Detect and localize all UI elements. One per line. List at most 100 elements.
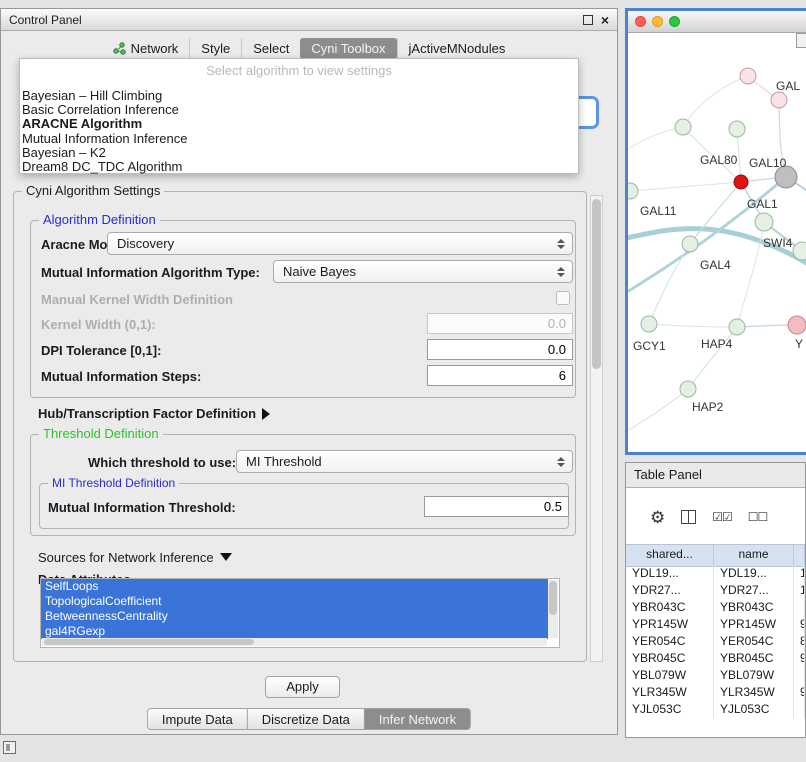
sources-section[interactable]: Sources for Network Inference xyxy=(38,550,232,565)
tab-network-label: Network xyxy=(131,41,179,56)
network-node[interactable] xyxy=(682,236,698,252)
dpi-tolerance-field[interactable] xyxy=(427,339,573,360)
cell: 12 xyxy=(794,582,805,599)
list-horizontal-scrollbar[interactable] xyxy=(42,638,547,646)
close-traffic-light[interactable] xyxy=(635,16,646,27)
list-vertical-scrollbar[interactable] xyxy=(548,580,558,638)
algorithm-option[interactable]: Mutual Information Inference xyxy=(20,132,578,146)
minimize-traffic-light[interactable] xyxy=(652,16,663,27)
algorithm-option[interactable]: Bayesian – K2 xyxy=(20,146,578,160)
node-label: GAL4 xyxy=(700,258,731,272)
cell: YDR27... xyxy=(626,582,714,599)
attribute-item-selected[interactable]: TopologicalCoefficient xyxy=(41,594,548,609)
float-window-icon[interactable] xyxy=(583,15,593,25)
tab-select[interactable]: Select xyxy=(241,38,300,59)
algorithm-option[interactable]: Bayesian – Hill Climbing xyxy=(20,89,578,103)
node-label: GCY1 xyxy=(633,339,666,353)
close-icon[interactable]: × xyxy=(601,13,609,27)
network-node[interactable] xyxy=(755,213,773,231)
attribute-item-selected[interactable]: gal4RGexp xyxy=(41,624,548,639)
tab-discretize-data[interactable]: Discretize Data xyxy=(247,708,364,730)
table-row[interactable]: YBR043CYBR043C xyxy=(626,599,805,616)
network-node[interactable] xyxy=(641,316,657,332)
mi-steps-field[interactable] xyxy=(427,365,573,386)
tab-infer-network[interactable]: Infer Network xyxy=(364,708,471,730)
cell: 13 xyxy=(794,565,805,582)
table-panel-title: Table Panel xyxy=(634,467,702,482)
cell: YBR045C xyxy=(714,650,794,667)
mi-algorithm-type-select[interactable]: Naive Bayes xyxy=(273,260,573,283)
network-node[interactable] xyxy=(680,381,696,397)
manual-kernel-width-checkbox[interactable] xyxy=(556,291,570,305)
threshold-definition-title: Threshold Definition xyxy=(39,426,163,442)
select-all-icon[interactable]: ☑☑ xyxy=(712,511,732,523)
table-row[interactable]: YJL053CYJL053C xyxy=(626,701,805,718)
algorithm-option[interactable]: Basic Correlation Inference xyxy=(20,103,578,117)
table-row[interactable]: YLR345WYLR345W9. xyxy=(626,684,805,701)
expand-right-icon[interactable] xyxy=(262,408,270,420)
column-header-shared[interactable]: shared... xyxy=(626,545,714,566)
hub-section[interactable]: Hub/Transcription Factor Definition xyxy=(38,406,270,421)
network-edge xyxy=(628,127,683,153)
cyni-algorithm-settings-group: Cyni Algorithm Settings Algorithm Defini… xyxy=(13,191,587,662)
control-panel: Control Panel × Network Style Select Cyn… xyxy=(0,8,618,735)
node-label: HAP4 xyxy=(701,337,733,351)
aracne-mode-select[interactable]: Discovery xyxy=(107,232,573,255)
tab-jactivemnodules[interactable]: jActiveMNodules xyxy=(397,38,517,59)
attribute-item-selected[interactable]: SelfLoops xyxy=(41,579,548,594)
collapsed-panel-icon[interactable] xyxy=(3,741,16,754)
node-label: GAL11 xyxy=(640,204,677,218)
columns-icon[interactable] xyxy=(681,510,696,524)
tab-cyni-toolbox[interactable]: Cyni Toolbox xyxy=(300,38,396,59)
tab-cyni-toolbox-label: Cyni Toolbox xyxy=(311,41,385,56)
table-panel: Table Panel ⚙ ☑☑ ☐☐ shared... name YDL19… xyxy=(625,462,806,738)
network-node[interactable] xyxy=(729,121,745,137)
network-node[interactable] xyxy=(628,183,638,199)
desktop: Control Panel × Network Style Select Cyn… xyxy=(0,0,806,762)
network-node[interactable] xyxy=(729,319,745,335)
network-node[interactable] xyxy=(740,68,756,84)
table-row[interactable]: YDL19...YDL19...13 xyxy=(626,565,805,582)
which-threshold-select[interactable]: MI Threshold xyxy=(236,450,573,473)
cell xyxy=(794,667,805,684)
network-node[interactable] xyxy=(675,119,691,135)
attribute-item-selected[interactable]: BetweennessCentrality xyxy=(41,609,548,624)
table-row[interactable]: YPR145WYPR145W9. xyxy=(626,616,805,633)
network-window-titlebar[interactable] xyxy=(628,11,806,33)
cell: YBR043C xyxy=(626,599,714,616)
cell: YJL053C xyxy=(626,701,714,718)
mi-threshold-field[interactable] xyxy=(424,496,569,517)
table-row[interactable]: YBR045CYBR045C9. xyxy=(626,650,805,667)
table-row[interactable]: YER054CYER054C8. xyxy=(626,633,805,650)
table-row[interactable]: YDR27...YDR27...12 xyxy=(626,582,805,599)
node-label: GAL10 xyxy=(749,156,787,170)
settings-scrollbar[interactable] xyxy=(590,195,603,662)
algorithm-option[interactable]: Dream8 DC_TDC Algorithm xyxy=(20,160,578,174)
network-canvas[interactable]: GAL GAL80 GAL10 GAL11 GAL1 SWI4 GAL4 GCY… xyxy=(628,33,806,453)
network-node[interactable] xyxy=(793,242,806,260)
gear-icon[interactable]: ⚙ xyxy=(650,509,665,526)
canvas-scrollbar-corner[interactable] xyxy=(796,33,806,48)
table-row[interactable]: YBL079WYBL079W xyxy=(626,667,805,684)
settings-scrollbar-thumb[interactable] xyxy=(592,199,601,369)
network-node-selected[interactable] xyxy=(734,175,748,189)
deselect-all-icon[interactable]: ☐☐ xyxy=(748,511,768,523)
cell: YLR345W xyxy=(626,684,714,701)
tab-impute-data[interactable]: Impute Data xyxy=(147,708,247,730)
collapse-down-icon[interactable] xyxy=(220,553,232,561)
which-threshold-label: Which threshold to use: xyxy=(88,455,236,470)
cell: YDR27... xyxy=(714,582,794,599)
column-header-cut[interactable] xyxy=(794,545,805,566)
column-header-name[interactable]: name xyxy=(714,545,794,566)
network-view-window[interactable]: GAL GAL80 GAL10 GAL11 GAL1 SWI4 GAL4 GCY… xyxy=(625,8,806,455)
tab-network[interactable]: Network xyxy=(102,38,190,59)
algorithm-option-selected[interactable]: ARACNE Algorithm xyxy=(20,117,578,131)
cell xyxy=(794,599,805,616)
kernel-width-field[interactable] xyxy=(427,313,573,334)
tab-style[interactable]: Style xyxy=(189,38,241,59)
apply-button[interactable]: Apply xyxy=(265,676,340,698)
network-node[interactable] xyxy=(788,316,806,334)
network-edge xyxy=(628,389,688,433)
zoom-traffic-light[interactable] xyxy=(669,16,680,27)
network-node[interactable] xyxy=(771,92,787,108)
